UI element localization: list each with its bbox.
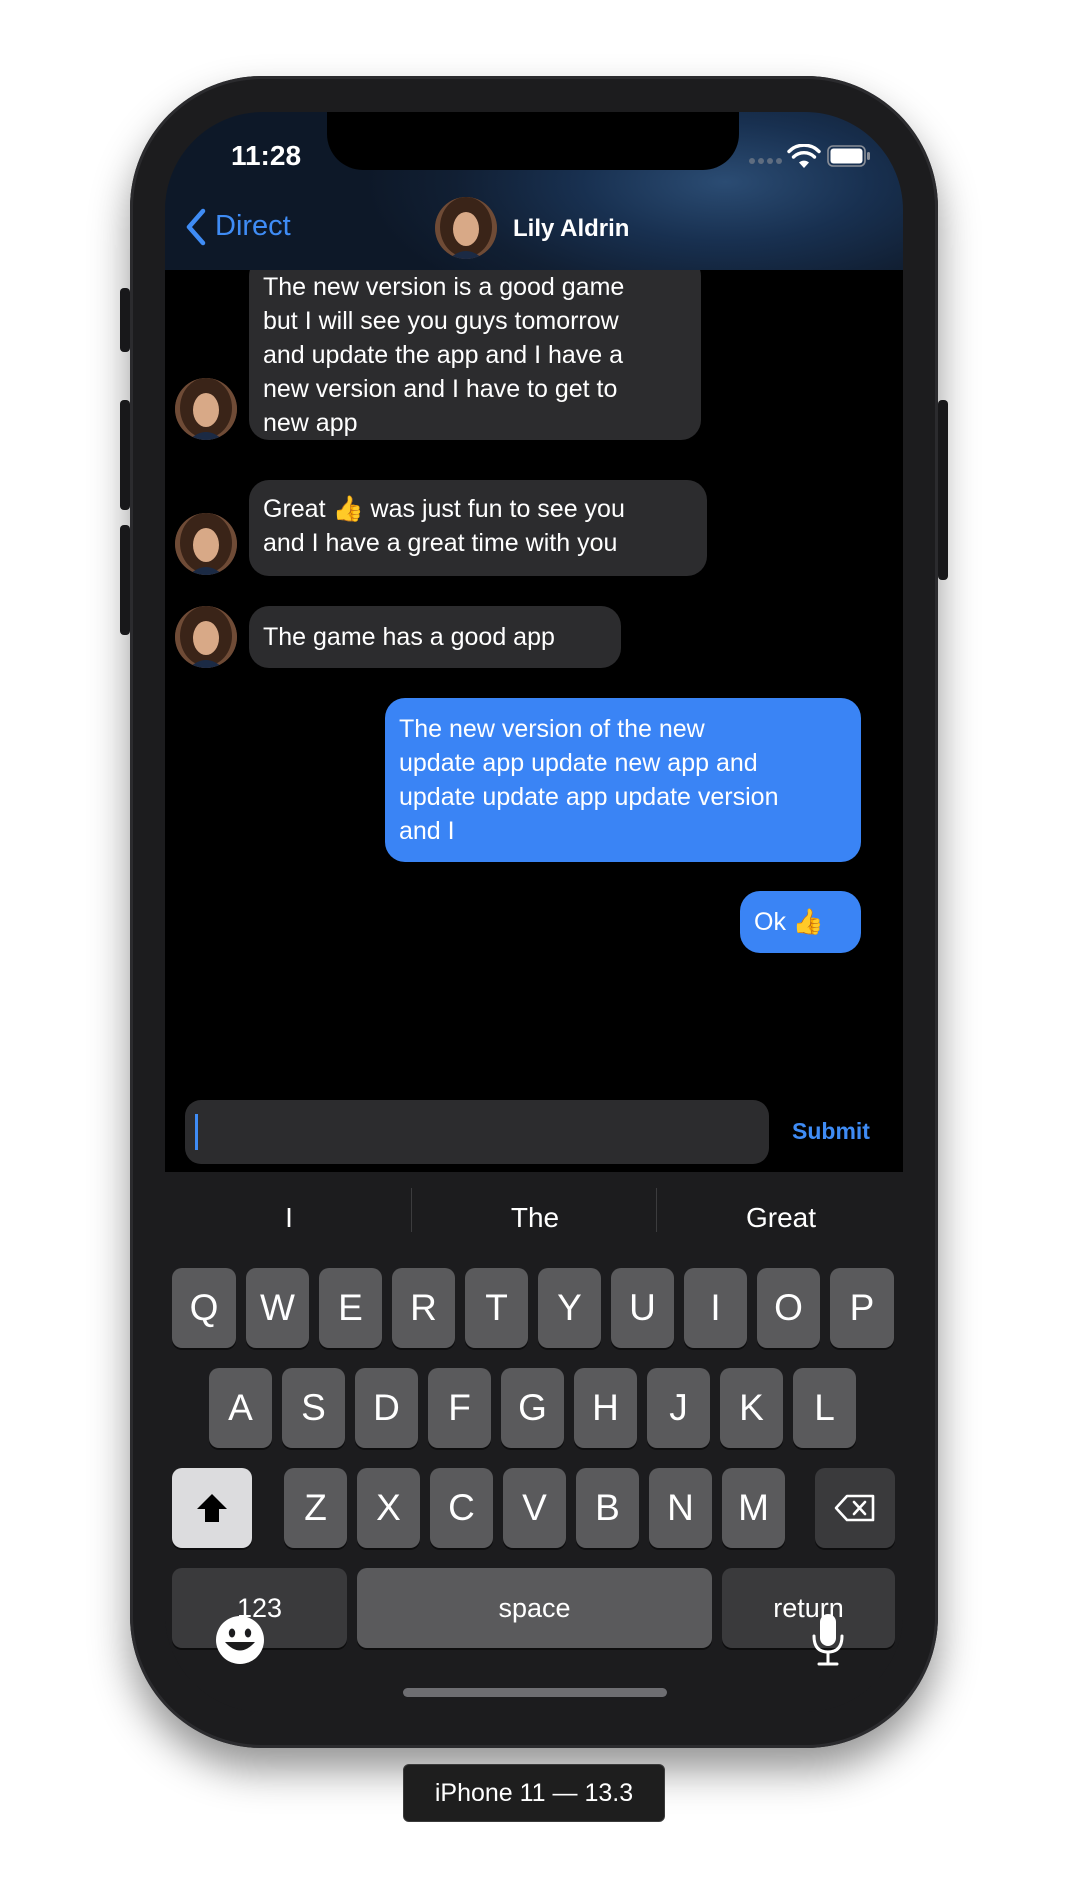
shift-icon (197, 1494, 227, 1522)
message-line: new version and I have to get to (263, 375, 618, 403)
suggestion-divider (656, 1188, 657, 1232)
volume-down-button (120, 525, 130, 635)
text-caret (195, 1114, 198, 1150)
key-j[interactable]: J (647, 1368, 710, 1448)
incoming-message[interactable]: Great 👍 was just fun to see you and I ha… (249, 480, 707, 576)
message-line: new app (263, 409, 358, 437)
key-q[interactable]: Q (172, 1268, 236, 1348)
message-input[interactable] (185, 1100, 769, 1164)
key-z[interactable]: Z (284, 1468, 347, 1548)
outgoing-message[interactable]: The new version of the new update app up… (385, 698, 861, 862)
message-line: update update app update version (399, 783, 779, 811)
microphone-icon[interactable] (808, 1612, 848, 1668)
submit-button[interactable]: Submit (792, 1118, 870, 1145)
key-x[interactable]: X (357, 1468, 420, 1548)
message-line: The game has a good app (263, 623, 555, 651)
message-composer: Submit (165, 1092, 903, 1172)
message-line: The new version of the new (399, 715, 705, 743)
battery-icon (827, 145, 870, 167)
key-w[interactable]: W (246, 1268, 309, 1348)
contact-avatar[interactable] (435, 197, 497, 259)
message-line: but I will see you guys tomorrow (263, 307, 619, 335)
key-a[interactable]: A (209, 1368, 272, 1448)
message-list[interactable]: The new version is a good game but I wil… (165, 270, 903, 1092)
space-key[interactable]: space (357, 1568, 712, 1648)
backspace-icon (834, 1494, 875, 1522)
key-h[interactable]: H (574, 1368, 637, 1448)
cellular-signal-icon (776, 158, 782, 164)
message-line: Great 👍 was just fun to see you (263, 495, 625, 523)
key-d[interactable]: D (355, 1368, 418, 1448)
message-line: and I have a great time with you (263, 529, 618, 557)
key-r[interactable]: R (392, 1268, 455, 1348)
back-label: Direct (215, 210, 291, 242)
message-line: Ok 👍 (754, 908, 825, 936)
volume-up-button (120, 400, 130, 510)
key-v[interactable]: V (503, 1468, 566, 1548)
suggestion-2[interactable]: The (415, 1202, 655, 1234)
avatar (175, 378, 237, 440)
outgoing-message[interactable]: Ok 👍 (740, 891, 861, 953)
navigation-header: 11:28 Direct Lily Aldrin (165, 112, 903, 270)
incoming-message[interactable]: The game has a good app (249, 606, 621, 668)
suggestion-divider (411, 1188, 412, 1232)
key-g[interactable]: G (501, 1368, 564, 1448)
key-s[interactable]: S (282, 1368, 345, 1448)
chevron-left-icon (186, 208, 206, 246)
avatar-photo (175, 513, 237, 575)
key-y[interactable]: Y (538, 1268, 601, 1348)
suggestion-1[interactable]: I (169, 1202, 409, 1234)
message-line: The new version is a good game (263, 273, 625, 301)
key-c[interactable]: C (430, 1468, 493, 1548)
backspace-key[interactable] (815, 1468, 895, 1548)
key-p[interactable]: P (830, 1268, 894, 1348)
status-time: 11:28 (230, 140, 302, 171)
cellular-signal-icon (749, 158, 755, 164)
device-label: iPhone 11 — 13.3 (403, 1764, 665, 1822)
message-line: and update the app and I have a (263, 341, 624, 369)
key-n[interactable]: N (649, 1468, 712, 1548)
wifi-icon (787, 144, 821, 168)
shift-key[interactable] (172, 1468, 252, 1548)
cellular-signal-icon (767, 158, 773, 164)
suggestion-3[interactable]: Great (661, 1202, 901, 1234)
key-i[interactable]: I (684, 1268, 747, 1348)
avatar-photo (175, 378, 237, 440)
ringer-switch (120, 288, 130, 352)
cellular-signal-icon (758, 158, 764, 164)
notch (327, 112, 739, 170)
emoji-icon[interactable] (215, 1615, 265, 1665)
power-button (938, 400, 948, 580)
key-o[interactable]: O (757, 1268, 820, 1348)
avatar-photo (435, 197, 497, 259)
message-line: and I (399, 817, 455, 845)
avatar (175, 513, 237, 575)
avatar (175, 606, 237, 668)
avatar-photo (175, 606, 237, 668)
key-t[interactable]: T (465, 1268, 528, 1348)
key-u[interactable]: U (611, 1268, 674, 1348)
keyboard: I The Great Q W E R T Y U I O P A S D F … (165, 1172, 903, 1712)
incoming-message[interactable]: The new version is a good game but I wil… (249, 270, 701, 440)
key-e[interactable]: E (319, 1268, 382, 1348)
home-indicator[interactable] (403, 1688, 667, 1697)
key-f[interactable]: F (428, 1368, 491, 1448)
screen: 11:28 Direct Lily Aldrin The new version… (165, 112, 903, 1712)
message-line: update app update new app and (399, 749, 758, 777)
key-k[interactable]: K (720, 1368, 783, 1448)
key-b[interactable]: B (576, 1468, 639, 1548)
key-l[interactable]: L (793, 1368, 856, 1448)
contact-name: Lily Aldrin (513, 215, 630, 242)
key-m[interactable]: M (722, 1468, 785, 1548)
